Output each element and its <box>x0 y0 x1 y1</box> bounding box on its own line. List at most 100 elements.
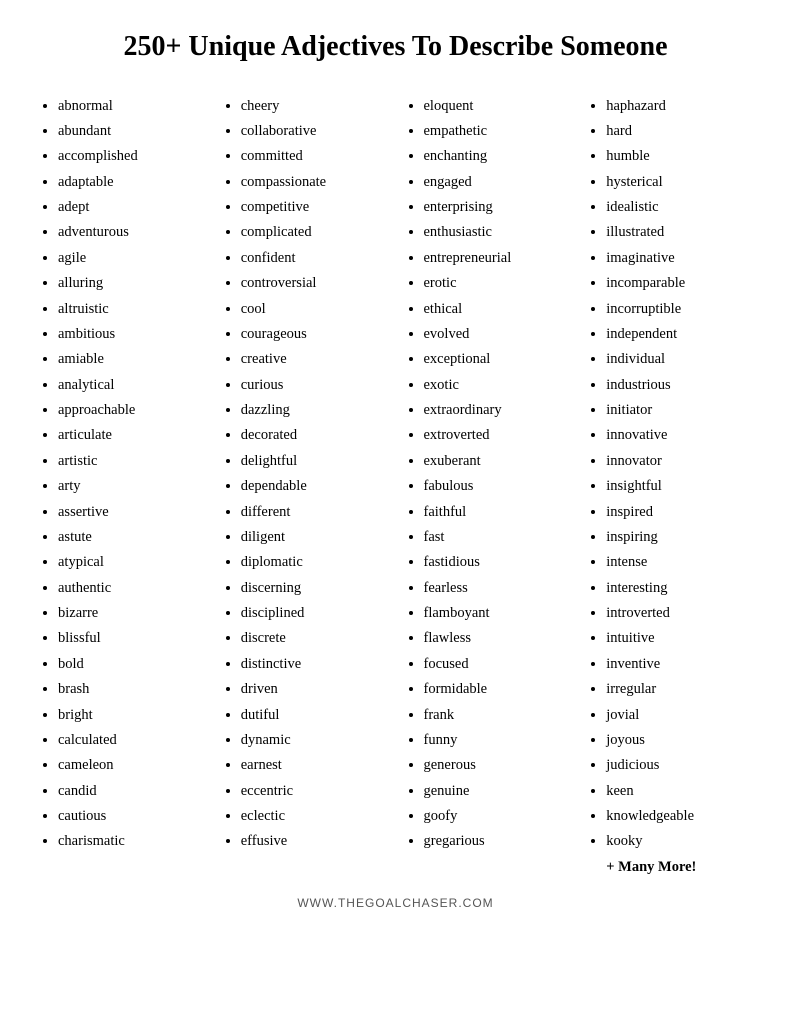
list-item: exceptional <box>424 347 569 372</box>
list-item: independent <box>606 322 751 347</box>
list-item: cameleon <box>58 753 203 778</box>
list-item: frank <box>424 703 569 728</box>
page-title: 250+ Unique Adjectives To Describe Someo… <box>35 30 756 64</box>
list-item: eloquent <box>424 94 569 119</box>
list-item: idealistic <box>606 195 751 220</box>
list-item: hard <box>606 119 751 144</box>
list-item: empathetic <box>424 119 569 144</box>
list-item: competitive <box>241 195 386 220</box>
list-item: enchanting <box>424 144 569 169</box>
list-item: candid <box>58 779 203 804</box>
list-item: faithful <box>424 500 569 525</box>
list-item: irregular <box>606 677 751 702</box>
adjectives-grid: abnormalabundantaccomplishedadaptableade… <box>35 94 756 876</box>
many-more-label: + Many More! <box>588 859 751 876</box>
list-item: astute <box>58 525 203 550</box>
list-item: cautious <box>58 804 203 829</box>
list-item: bold <box>58 652 203 677</box>
list-item: analytical <box>58 373 203 398</box>
list-item: disciplined <box>241 601 386 626</box>
list-item: amiable <box>58 347 203 372</box>
list-item: curious <box>241 373 386 398</box>
list-item: introverted <box>606 601 751 626</box>
list-item: dependable <box>241 474 386 499</box>
list-item: interesting <box>606 576 751 601</box>
list-item: discrete <box>241 626 386 651</box>
list-item: enthusiastic <box>424 220 569 245</box>
list-item: judicious <box>606 753 751 778</box>
list-item: intuitive <box>606 626 751 651</box>
list-item: hysterical <box>606 170 751 195</box>
list-item: exotic <box>424 373 569 398</box>
column-4: haphazardhardhumblehystericalidealistici… <box>583 94 756 876</box>
list-item: knowledgeable <box>606 804 751 829</box>
list-item: different <box>241 500 386 525</box>
list-item: approachable <box>58 398 203 423</box>
list-item: evolved <box>424 322 569 347</box>
list-item: funny <box>424 728 569 753</box>
list-item: distinctive <box>241 652 386 677</box>
list-item: flawless <box>424 626 569 651</box>
list-item: enterprising <box>424 195 569 220</box>
list-item: eclectic <box>241 804 386 829</box>
list-item: authentic <box>58 576 203 601</box>
list-item: illustrated <box>606 220 751 245</box>
list-item: atypical <box>58 550 203 575</box>
list-item: adventurous <box>58 220 203 245</box>
list-item: committed <box>241 144 386 169</box>
list-item: kooky <box>606 829 751 854</box>
list-item: brash <box>58 677 203 702</box>
list-item: incorruptible <box>606 297 751 322</box>
list-item: discerning <box>241 576 386 601</box>
list-item: generous <box>424 753 569 778</box>
list-item: fabulous <box>424 474 569 499</box>
list-item: creative <box>241 347 386 372</box>
list-item: articulate <box>58 423 203 448</box>
list-item: delightful <box>241 449 386 474</box>
list-item: cool <box>241 297 386 322</box>
list-item: complicated <box>241 220 386 245</box>
list-item: blissful <box>58 626 203 651</box>
list-item: driven <box>241 677 386 702</box>
list-item: fastidious <box>424 550 569 575</box>
list-item: humble <box>606 144 751 169</box>
list-item: adept <box>58 195 203 220</box>
list-item: innovator <box>606 449 751 474</box>
column-3: eloquentempatheticenchantingengagedenter… <box>401 94 574 876</box>
list-item: earnest <box>241 753 386 778</box>
list-item: extroverted <box>424 423 569 448</box>
list-item: dazzling <box>241 398 386 423</box>
list-item: extraordinary <box>424 398 569 423</box>
list-item: exuberant <box>424 449 569 474</box>
word-list-4: haphazardhardhumblehystericalidealistici… <box>588 94 751 855</box>
list-item: genuine <box>424 779 569 804</box>
list-item: dynamic <box>241 728 386 753</box>
website-footer: WWW.THEGOALCHASER.COM <box>35 896 756 910</box>
list-item: diplomatic <box>241 550 386 575</box>
list-item: courageous <box>241 322 386 347</box>
list-item: bright <box>58 703 203 728</box>
word-list-3: eloquentempatheticenchantingengagedenter… <box>406 94 569 855</box>
list-item: joyous <box>606 728 751 753</box>
list-item: controversial <box>241 271 386 296</box>
list-item: alluring <box>58 271 203 296</box>
list-item: adaptable <box>58 170 203 195</box>
list-item: innovative <box>606 423 751 448</box>
list-item: collaborative <box>241 119 386 144</box>
column-1: abnormalabundantaccomplishedadaptableade… <box>35 94 208 876</box>
list-item: fast <box>424 525 569 550</box>
list-item: accomplished <box>58 144 203 169</box>
list-item: individual <box>606 347 751 372</box>
word-list-1: abnormalabundantaccomplishedadaptableade… <box>40 94 203 855</box>
list-item: calculated <box>58 728 203 753</box>
column-2: cheerycollaborativecommittedcompassionat… <box>218 94 391 876</box>
word-list-2: cheerycollaborativecommittedcompassionat… <box>223 94 386 855</box>
list-item: entrepreneurial <box>424 246 569 271</box>
list-item: intense <box>606 550 751 575</box>
list-item: bizarre <box>58 601 203 626</box>
list-item: inventive <box>606 652 751 677</box>
list-item: cheery <box>241 94 386 119</box>
list-item: initiator <box>606 398 751 423</box>
list-item: agile <box>58 246 203 271</box>
list-item: insightful <box>606 474 751 499</box>
